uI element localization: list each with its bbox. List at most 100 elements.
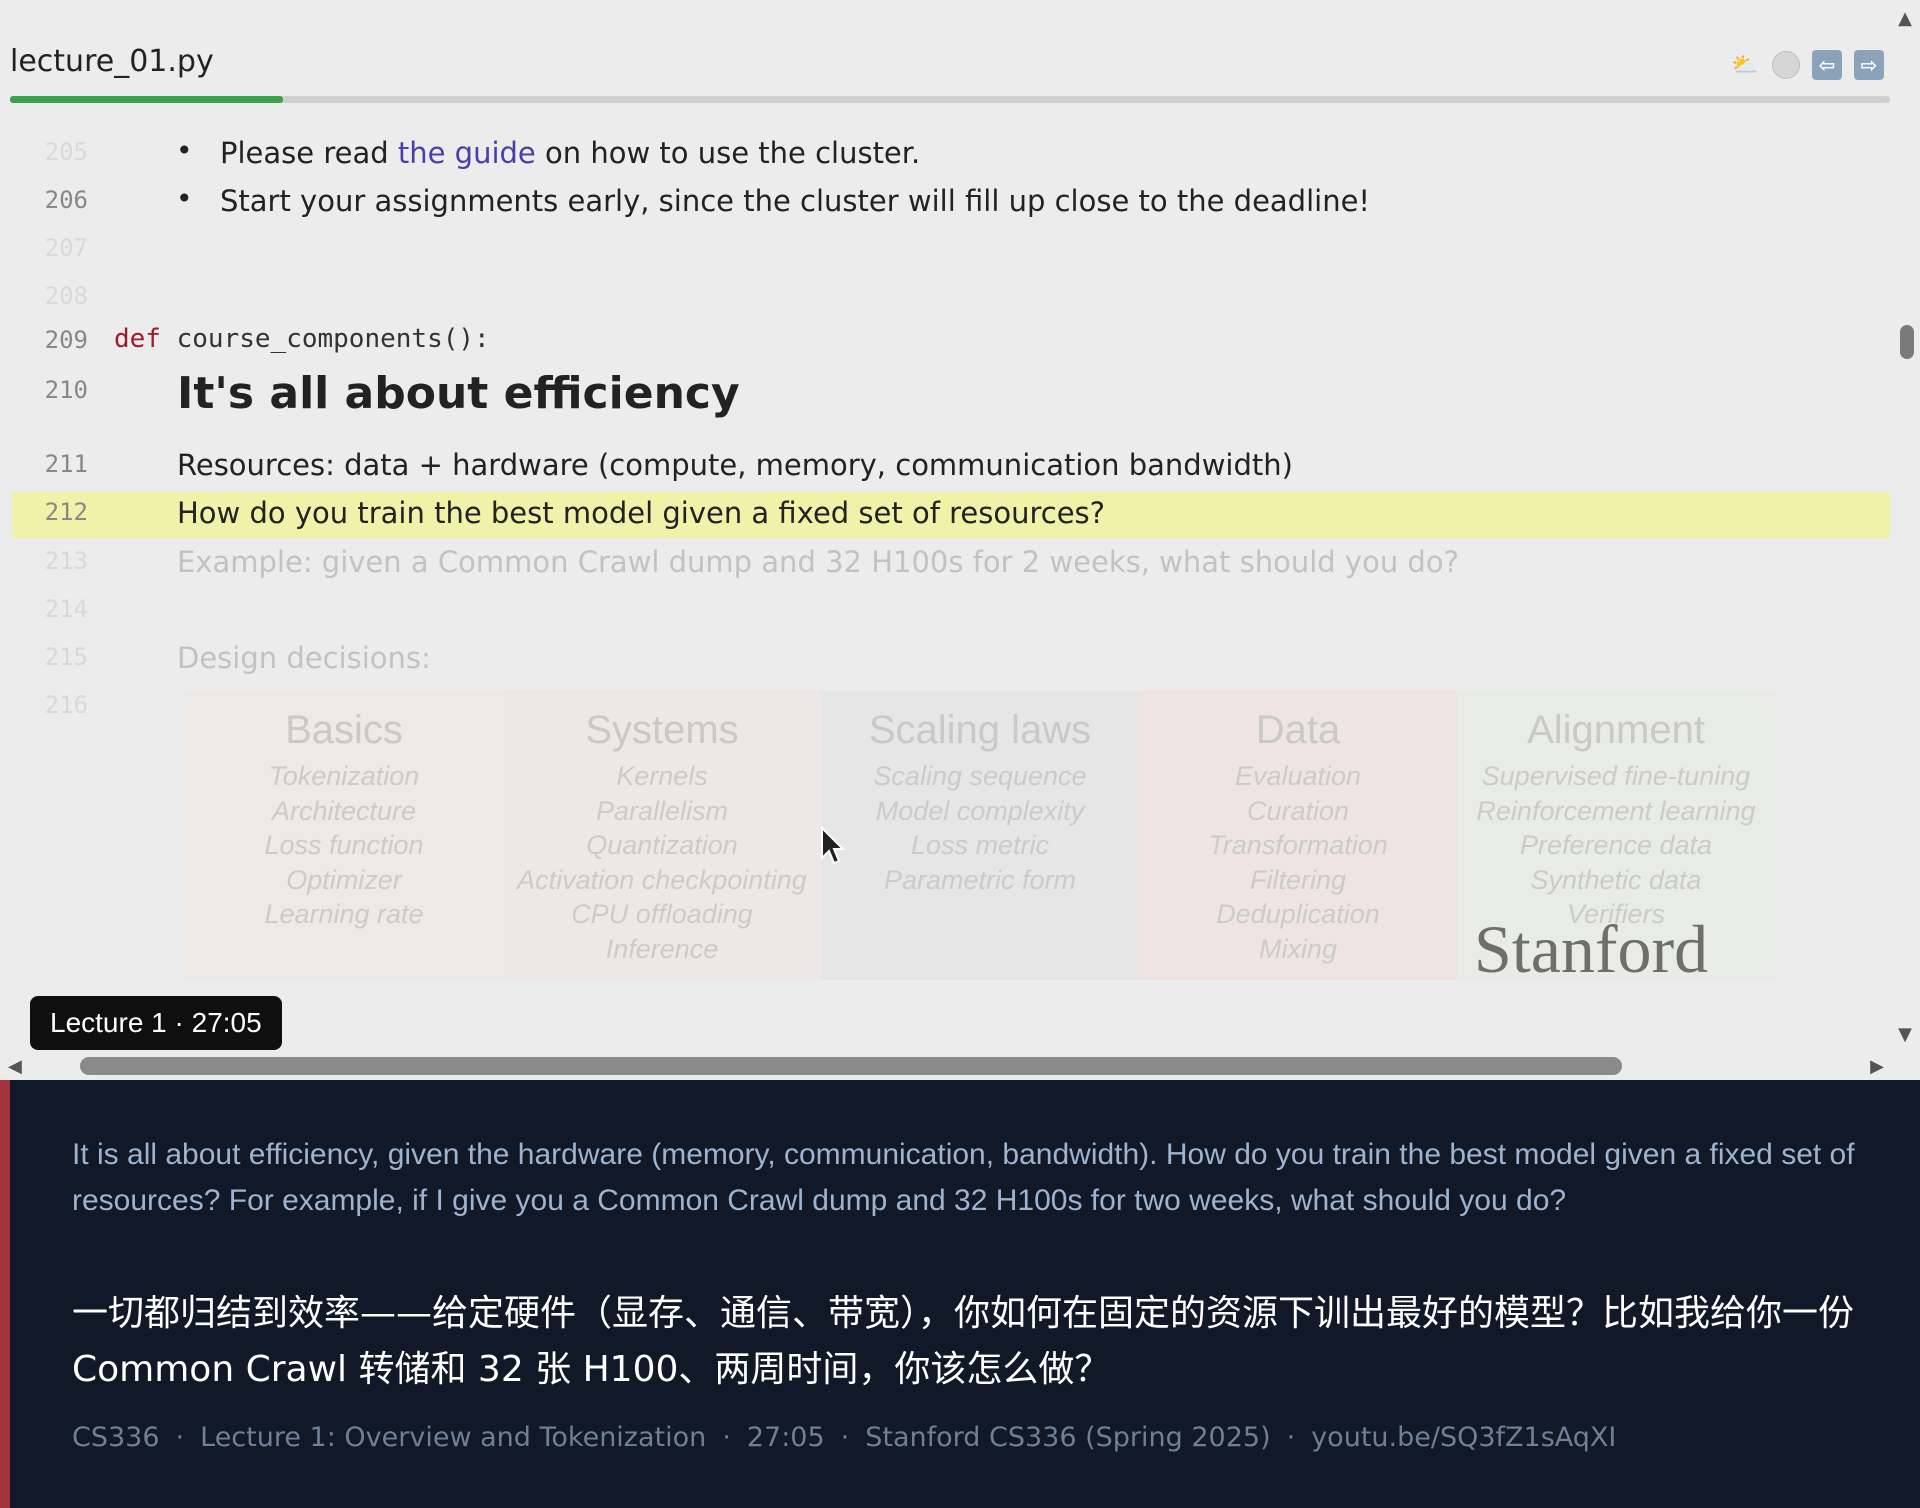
meta-separator: · bbox=[840, 1422, 850, 1453]
column-item: Evaluation bbox=[1234, 761, 1362, 791]
scroll-right-arrow-icon[interactable]: ▶ bbox=[1870, 1056, 1884, 1077]
column-item: Scaling sequence bbox=[873, 761, 1087, 791]
code-line: 208 bbox=[0, 276, 1890, 322]
column-item: Quantization bbox=[586, 830, 738, 860]
function-def: def course_components(): bbox=[114, 324, 490, 354]
meta-course: CS336 bbox=[72, 1422, 160, 1453]
code-line: 206 • Start your assignments early, sinc… bbox=[0, 180, 1890, 226]
code-line: 207 bbox=[0, 228, 1890, 274]
meta-link[interactable]: youtu.be/SQ3fZ1sAqXI bbox=[1311, 1422, 1616, 1453]
code-line: 211 Resources: data + hardware (compute,… bbox=[0, 444, 1890, 490]
line-text: How do you train the best model given a … bbox=[177, 496, 1106, 530]
column-item: Loss metric bbox=[910, 830, 1050, 860]
scroll-up-arrow-icon[interactable]: ▲ bbox=[1898, 8, 1912, 29]
column-item: Loss function bbox=[264, 830, 424, 860]
guide-link[interactable]: the guide bbox=[398, 136, 536, 170]
decision-column-basics: Basics Tokenization Architecture Loss fu… bbox=[185, 690, 503, 980]
line-number: 209 bbox=[44, 326, 88, 354]
decision-column-scaling-laws: Scaling laws Scaling sequence Model comp… bbox=[821, 690, 1139, 980]
line-text: Resources: data + hardware (compute, mem… bbox=[177, 448, 1293, 482]
forward-arrow-button[interactable]: ⇨ bbox=[1854, 50, 1884, 80]
bullet-icon: • bbox=[176, 182, 193, 215]
line-number: 215 bbox=[44, 643, 88, 671]
scroll-down-arrow-icon[interactable]: ▼ bbox=[1898, 1024, 1912, 1045]
horizontal-scrollbar-thumb[interactable] bbox=[80, 1057, 1622, 1075]
caption-panel: It is all about efficiency, given the ha… bbox=[0, 1080, 1920, 1508]
line-number: 216 bbox=[44, 691, 88, 719]
column-item: Activation checkpointing bbox=[517, 864, 807, 895]
line-number: 208 bbox=[44, 282, 88, 310]
column-item: Tokenization bbox=[268, 761, 420, 791]
line-text: Start your assignments early, since the … bbox=[220, 184, 1371, 218]
column-item: Filtering bbox=[1249, 864, 1347, 895]
section-heading: It's all about efficiency bbox=[177, 368, 740, 419]
progress-fill bbox=[10, 96, 283, 103]
column-item: Curation bbox=[1246, 795, 1350, 826]
lecture-viewer: lecture_01.py ⛅ ⇦ ⇨ 205 • Please read th… bbox=[0, 0, 1920, 1080]
timestamp-badge: Lecture 1 · 27:05 bbox=[30, 996, 282, 1050]
column-item: Mixing bbox=[1258, 933, 1338, 964]
highlighted-code-line: 212 How do you train the best model give… bbox=[12, 492, 1890, 538]
code-line: 205 • Please read the guide on how to us… bbox=[0, 132, 1890, 178]
column-item: Synthetic data bbox=[1530, 864, 1702, 895]
column-item: CPU offloading bbox=[571, 899, 753, 929]
column-item: Deduplication bbox=[1216, 899, 1380, 929]
column-item: Kernels bbox=[616, 761, 708, 791]
meta-separator: · bbox=[1286, 1422, 1296, 1453]
code-line: 215 Design decisions: bbox=[0, 637, 1890, 683]
line-number: 213 bbox=[44, 547, 88, 575]
meta-separator: · bbox=[722, 1422, 731, 1453]
column-item: Transformation bbox=[1208, 830, 1388, 860]
code-line: 213 Example: given a Common Crawl dump a… bbox=[0, 541, 1890, 587]
back-arrow-button[interactable]: ⇦ bbox=[1812, 50, 1842, 80]
circle-toggle-icon[interactable] bbox=[1772, 51, 1800, 79]
column-item: Model complexity bbox=[875, 795, 1085, 826]
line-number: 210 bbox=[44, 376, 88, 404]
caption-chinese: 一切都归结到效率——给定硬件（显存、通信、带宽），你如何在固定的资源下训出最好的… bbox=[72, 1293, 1855, 1390]
weather-icon[interactable]: ⛅ bbox=[1730, 50, 1760, 80]
line-text: Please read the guide on how to use the … bbox=[220, 136, 921, 170]
progress-bar bbox=[10, 96, 1890, 103]
column-item: Parametric form bbox=[883, 864, 1077, 895]
column-item: Supervised fine-tuning bbox=[1481, 761, 1751, 791]
caption-english: It is all about efficiency, given the ha… bbox=[72, 1138, 1855, 1217]
line-number: 212 bbox=[44, 498, 88, 526]
column-item: Preference data bbox=[1519, 830, 1713, 860]
line-number: 207 bbox=[44, 234, 88, 262]
decision-column-data: Data Evaluation Curation Transformation … bbox=[1139, 690, 1457, 980]
column-item: Inference bbox=[605, 933, 719, 964]
vertical-scrollbar-thumb[interactable] bbox=[1900, 325, 1914, 359]
column-item: Optimizer bbox=[286, 864, 402, 895]
code-line: 210 It's all about efficiency bbox=[0, 368, 1890, 430]
caption-meta: CS336 · Lecture 1: Overview and Tokenizati… bbox=[72, 1422, 1616, 1453]
decision-column-systems: Systems Kernels Parallelism Quantization… bbox=[503, 690, 821, 980]
line-number: 206 bbox=[44, 186, 88, 214]
bullet-icon: • bbox=[176, 134, 193, 167]
function-name: course_components(): bbox=[176, 324, 490, 354]
column-item: Reinforcement learning bbox=[1476, 795, 1756, 826]
def-keyword: def bbox=[114, 324, 161, 354]
line-number: 214 bbox=[44, 595, 88, 623]
stanford-logo: Stanford bbox=[1474, 911, 1709, 987]
column-title: Data bbox=[1255, 708, 1341, 752]
line-text: Design decisions: bbox=[177, 641, 431, 675]
meta-time: 27:05 bbox=[746, 1422, 825, 1453]
code-line: 214 bbox=[0, 589, 1890, 635]
viewer-toolbar: ⛅ ⇦ ⇨ bbox=[1730, 50, 1884, 80]
caption-accent-bar bbox=[0, 1080, 10, 1508]
mouse-cursor-icon bbox=[821, 826, 846, 865]
column-title: Alignment bbox=[1527, 708, 1705, 752]
line-number: 211 bbox=[44, 450, 88, 478]
file-title: lecture_01.py bbox=[10, 44, 214, 79]
column-item: Parallelism bbox=[595, 795, 729, 826]
scroll-left-arrow-icon[interactable]: ◀ bbox=[8, 1056, 22, 1077]
meta-lecture: Lecture 1: Overview and Tokenization bbox=[200, 1422, 707, 1453]
meta-separator: · bbox=[175, 1422, 185, 1453]
line-text: Example: given a Common Crawl dump and 3… bbox=[177, 545, 1459, 579]
meta-series: Stanford CS336 (Spring 2025) bbox=[865, 1422, 1271, 1453]
line-number: 205 bbox=[44, 138, 88, 166]
column-title: Scaling laws bbox=[868, 708, 1092, 752]
code-line: 209 def course_components(): bbox=[0, 320, 1890, 366]
column-item: Learning rate bbox=[264, 899, 424, 929]
column-title: Systems bbox=[585, 708, 739, 752]
